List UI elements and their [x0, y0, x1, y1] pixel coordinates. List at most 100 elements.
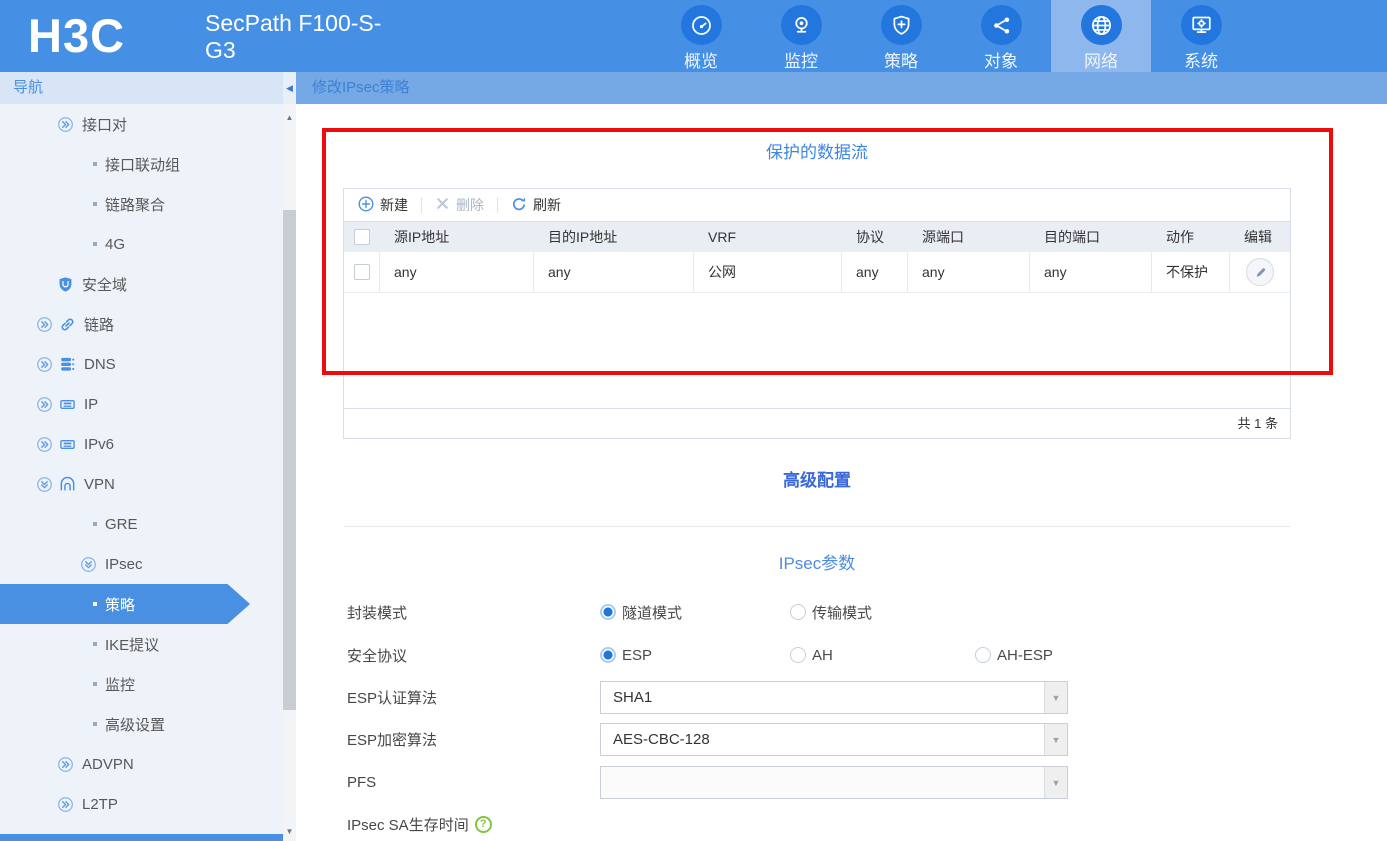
expand-right-icon[interactable]: [57, 756, 74, 773]
scroll-down-arrow-icon[interactable]: ▼: [283, 824, 296, 839]
select-pfs[interactable]: ▼: [600, 766, 1068, 799]
bullet-dot-icon: [93, 242, 97, 246]
share-nodes-icon: [980, 5, 1022, 45]
radio-option-security-protocol-1[interactable]: AH: [790, 647, 833, 664]
select-esp-auth-algorithm[interactable]: SHA1 ▼: [600, 681, 1068, 714]
nav-tab-overview[interactable]: 概览: [651, 0, 751, 72]
sidebar-item-label: 4G: [105, 235, 126, 253]
radio-selected-icon[interactable]: [600, 647, 616, 663]
table-cell: any: [842, 252, 908, 292]
delete-button[interactable]: 删除: [431, 195, 488, 215]
sidebar-item-advpn[interactable]: ADVPN: [0, 744, 283, 784]
chevron-down-icon[interactable]: ▼: [1044, 767, 1067, 798]
expand-down-icon[interactable]: [36, 476, 53, 493]
radio-unselected-icon[interactable]: [790, 604, 806, 620]
sidebar-item-ipsec-monitor[interactable]: 监控: [0, 664, 283, 704]
sidebar-item-dns[interactable]: DNS: [0, 344, 283, 384]
nav-tab-label: 对象: [984, 52, 1018, 71]
sidebar-item-label: 接口对: [82, 116, 128, 134]
nav-tab-system[interactable]: 系统: [1151, 0, 1251, 72]
chevron-down-icon[interactable]: ▼: [1044, 682, 1067, 713]
sidebar-item-ike-proposal[interactable]: IKE提议: [0, 624, 283, 664]
radio-selected-icon[interactable]: [600, 604, 616, 620]
table-cell: any: [380, 252, 534, 292]
nav-tab-network[interactable]: 网络: [1051, 0, 1151, 72]
expand-right-icon[interactable]: [36, 436, 53, 453]
select-value: [601, 767, 1044, 798]
radio-option-label: AH-ESP: [997, 646, 1053, 664]
sidebar-item-advanced-settings[interactable]: 高级设置: [0, 704, 283, 744]
nav-panel-title: 导航: [0, 72, 283, 104]
radio-option-security-protocol-0[interactable]: ESP: [600, 647, 652, 664]
sidebar-item-l2tp[interactable]: L2TP: [0, 784, 283, 824]
sidebar-item-ipv6[interactable]: IPv6: [0, 424, 283, 464]
radio-option-security-protocol-2[interactable]: AH-ESP: [975, 647, 1053, 664]
select-all-checkbox[interactable]: [354, 229, 370, 245]
bullet-dot-icon: [93, 642, 97, 646]
radio-unselected-icon[interactable]: [975, 647, 991, 663]
expand-down-icon[interactable]: [80, 556, 97, 573]
sidebar-item-ipsec-policy[interactable]: 策略: [0, 584, 283, 624]
nav-tab-objects[interactable]: 对象: [951, 0, 1051, 72]
sidebar-item-link[interactable]: 链路: [0, 304, 283, 344]
field-label-pfs: PFS: [347, 774, 377, 791]
expand-right-icon[interactable]: [57, 116, 74, 133]
expand-right-icon[interactable]: [57, 796, 74, 813]
sidebar-item-interface-pair[interactable]: 接口对: [0, 104, 283, 144]
chevron-down-icon[interactable]: ▼: [1044, 724, 1067, 755]
sidebar-item-interface-linkage-group[interactable]: 接口联动组: [0, 144, 283, 184]
expand-right-icon[interactable]: [36, 316, 53, 333]
radio-option-label: 隧道模式: [622, 604, 683, 622]
table-header-row: 源IP地址 目的IP地址 VRF 协议 源端口 目的端口 动作 编辑: [344, 222, 1290, 252]
sidebar-item-label: 安全域: [82, 276, 128, 294]
column-header: 协议: [856, 229, 884, 245]
column-header: 目的端口: [1044, 229, 1100, 245]
sidebar-item-security-zone[interactable]: 安全域: [0, 264, 283, 304]
top-header: H3C SecPath F100-S-G3 概览 监控 策略 对象 网络 系统: [0, 0, 1387, 72]
edit-row-button[interactable]: [1246, 258, 1274, 286]
row-checkbox[interactable]: [353, 264, 370, 280]
field-label-esp-encrypt-algorithm: ESP加密算法: [347, 732, 438, 749]
table-toolbar: 新建 删除 刷新: [344, 189, 1290, 222]
bullet-dot-icon: [93, 522, 97, 526]
sidebar-item-label: GRE: [105, 515, 138, 533]
expand-right-icon[interactable]: [36, 356, 53, 373]
bullet-dot-icon: [93, 602, 97, 606]
expand-right-icon[interactable]: [36, 396, 53, 413]
sidebar-item-gre[interactable]: GRE: [0, 504, 283, 544]
radio-unselected-icon[interactable]: [790, 647, 806, 663]
scroll-up-arrow-icon[interactable]: ▲: [283, 110, 296, 125]
nav-tab-label: 网络: [1084, 52, 1118, 71]
sidebar-collapse-button[interactable]: ◀: [283, 72, 296, 104]
sidebar-bottom-highlight: [0, 834, 283, 841]
help-icon[interactable]: ?: [474, 816, 492, 833]
refresh-button[interactable]: 刷新: [507, 195, 565, 215]
radio-option-encapsulation-mode-0[interactable]: 隧道模式: [600, 602, 682, 623]
sidebar-item-label: VPN: [84, 475, 115, 493]
nav-tab-monitor[interactable]: 监控: [751, 0, 851, 72]
sidebar-scrollbar[interactable]: ▲ ▼: [283, 104, 296, 841]
sidebar-item-4g[interactable]: 4G: [0, 224, 283, 264]
scrollbar-thumb[interactable]: [283, 210, 296, 710]
shield-icon[interactable]: [57, 276, 74, 293]
column-header: 编辑: [1244, 229, 1272, 245]
column-header: 源端口: [922, 229, 964, 245]
column-header: 源IP地址: [394, 229, 450, 245]
sidebar-item-ip[interactable]: IP: [0, 384, 283, 424]
h3c-logo: H3C: [28, 9, 126, 62]
sidebar-item-label: 监控: [105, 676, 136, 694]
nav-tab-policy[interactable]: 策略: [851, 0, 951, 72]
sidebar-item-vpn[interactable]: VPN: [0, 464, 283, 504]
advanced-config-link[interactable]: 高级配置: [343, 466, 1291, 491]
table-row: any any 公网 any any any 不保护: [344, 252, 1290, 293]
sidebar-item-link-aggregation[interactable]: 链路聚合: [0, 184, 283, 224]
refresh-icon: [511, 196, 527, 215]
radio-option-encapsulation-mode-1[interactable]: 传输模式: [790, 602, 872, 623]
sidebar-item-label: L2TP: [82, 795, 118, 813]
device-icon: [59, 436, 76, 453]
table-cell: any: [534, 252, 694, 292]
globe-icon: [1080, 5, 1122, 45]
select-esp-encrypt-algorithm[interactable]: AES-CBC-128 ▼: [600, 723, 1068, 756]
sidebar-item-ipsec[interactable]: IPsec: [0, 544, 283, 584]
new-button[interactable]: 新建: [354, 195, 412, 215]
